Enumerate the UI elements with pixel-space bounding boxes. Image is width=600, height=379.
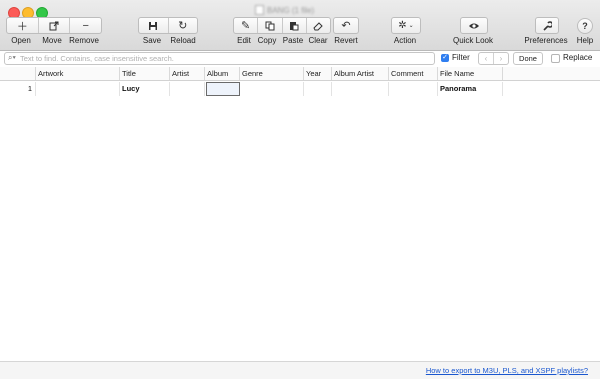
table-header: Artwork Title Artist Album Genre Year Al… <box>0 67 600 81</box>
copy-label: Copy <box>257 36 277 45</box>
column-header-comment[interactable]: Comment <box>389 67 438 80</box>
toolbar: BANG (1 file) ＋ − Open Move Remove ↻ Sav… <box>0 0 600 51</box>
table-row[interactable]: 1 Lucy Panorama <box>0 82 600 96</box>
done-button[interactable]: Done <box>513 52 543 65</box>
eraser-icon <box>313 21 324 30</box>
cell-album[interactable] <box>206 82 240 96</box>
minus-icon: − <box>82 19 89 32</box>
cell-title[interactable]: Lucy <box>120 82 170 96</box>
reload-icon: ↻ <box>178 20 188 32</box>
search-icon[interactable]: ⌕▾ <box>8 53 16 63</box>
search-input[interactable] <box>20 53 425 64</box>
window-title-text: BANG (1 file) <box>267 5 315 15</box>
export-playlists-link[interactable]: How to export to M3U, PLS, and XSPF play… <box>426 366 588 375</box>
cell-file-name[interactable]: Panorama <box>438 82 503 96</box>
eye-icon <box>469 23 479 28</box>
plus-icon: ＋ <box>16 20 28 33</box>
edit-button[interactable]: ✎ <box>234 18 259 33</box>
column-header-artist[interactable]: Artist <box>170 67 205 80</box>
move-button[interactable] <box>39 18 71 33</box>
action-label: Action <box>393 36 417 45</box>
help-label: Help <box>576 36 594 45</box>
clear-button[interactable] <box>307 18 330 33</box>
reload-label: Reload <box>170 36 196 45</box>
save-label: Save <box>142 36 162 45</box>
paste-icon <box>290 21 299 30</box>
save-button[interactable] <box>139 18 169 33</box>
reload-button[interactable]: ↻ <box>169 18 198 33</box>
find-navigation: ‹ › <box>478 52 509 65</box>
question-icon: ? <box>582 21 588 31</box>
search-field: ⌕▾ <box>4 52 435 65</box>
replace-label: Replace <box>563 53 593 62</box>
cell-genre[interactable] <box>240 82 304 96</box>
filter-label: Filter <box>452 53 470 62</box>
chevron-down-icon: ⌄ <box>408 23 414 29</box>
wrench-icon <box>543 20 552 31</box>
edit-button-group: ✎ <box>233 17 331 34</box>
save-icon <box>149 21 158 30</box>
quick-look-button[interactable] <box>460 17 488 34</box>
revert-button[interactable]: ↶ <box>334 18 358 33</box>
document-icon <box>255 5 264 15</box>
file-button-group: ＋ − <box>6 17 102 34</box>
preferences-button[interactable] <box>535 17 559 34</box>
move-label: Move <box>42 36 62 45</box>
remove-label: Remove <box>69 36 99 45</box>
preferences-label: Preferences <box>524 36 568 45</box>
cell-artwork[interactable] <box>36 82 120 96</box>
app-window: BANG (1 file) ＋ − Open Move Remove ↻ Sav… <box>0 0 600 379</box>
cell-album-artist[interactable] <box>332 82 389 96</box>
save-button-group: ↻ <box>138 17 198 34</box>
replace-checkbox[interactable] <box>551 54 560 63</box>
filter-checkbox[interactable]: ✓ <box>441 54 449 62</box>
revert-label: Revert <box>334 36 358 45</box>
window-title: BANG (1 file) <box>255 5 314 15</box>
revert-button-group: ↶ <box>333 17 359 34</box>
gear-icon: ✲ <box>398 20 407 31</box>
cell-comment[interactable] <box>389 82 438 96</box>
paste-button[interactable] <box>283 18 307 33</box>
copy-icon <box>265 21 275 30</box>
quick-look-content <box>461 18 487 33</box>
column-header-index[interactable] <box>0 67 36 80</box>
search-bar: ⌕▾ ✓ Filter ‹ › Done Replace <box>0 51 600 66</box>
column-header-year[interactable]: Year <box>304 67 332 80</box>
copy-button[interactable] <box>258 18 283 33</box>
status-bar: How to export to M3U, PLS, and XSPF play… <box>0 361 600 379</box>
clear-label: Clear <box>308 36 328 45</box>
column-header-genre[interactable]: Genre <box>240 67 304 80</box>
remove-button[interactable]: − <box>70 18 101 33</box>
tag-table[interactable]: Artwork Title Artist Album Genre Year Al… <box>0 67 600 361</box>
pencil-icon: ✎ <box>241 20 251 32</box>
quick-look-label: Quick Look <box>452 36 494 45</box>
undo-icon: ↶ <box>341 20 351 32</box>
cell-year[interactable] <box>304 82 332 96</box>
open-label: Open <box>11 36 31 45</box>
preferences-content <box>536 18 558 33</box>
paste-label: Paste <box>282 36 304 45</box>
move-icon <box>49 21 59 30</box>
column-header-album[interactable]: Album <box>205 67 240 80</box>
column-header-file-name[interactable]: File Name <box>438 67 503 80</box>
open-button[interactable]: ＋ <box>7 18 39 33</box>
previous-match-button[interactable]: ‹ <box>479 53 494 64</box>
cell-artist[interactable] <box>170 82 205 96</box>
action-menu-button[interactable]: ✲ ⌄ <box>391 17 421 34</box>
row-index: 1 <box>0 82 36 96</box>
next-match-button[interactable]: › <box>494 53 508 64</box>
action-menu-content: ✲ ⌄ <box>392 18 420 33</box>
column-header-title[interactable]: Title <box>120 67 170 80</box>
column-header-album-artist[interactable]: Album Artist <box>332 67 389 80</box>
edit-label: Edit <box>237 36 251 45</box>
help-button[interactable]: ? <box>577 18 593 34</box>
column-header-artwork[interactable]: Artwork <box>36 67 120 80</box>
